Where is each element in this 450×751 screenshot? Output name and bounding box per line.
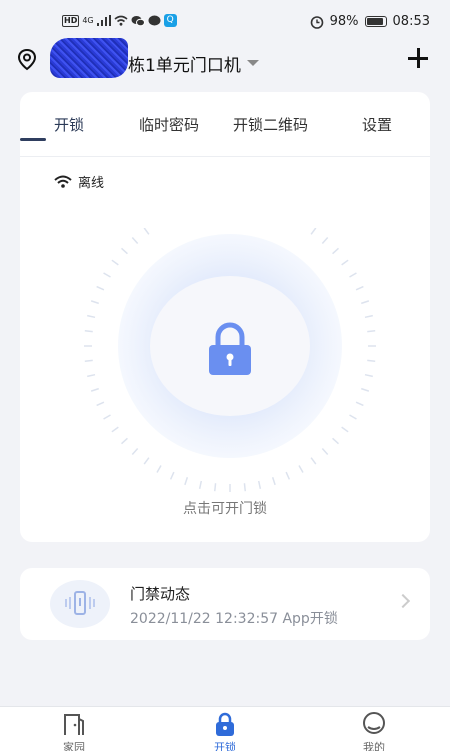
nav-home[interactable]: 家园	[34, 711, 114, 751]
nav-profile[interactable]: 我的	[334, 711, 414, 751]
dial-tick	[96, 285, 105, 291]
dial-tick	[103, 272, 111, 278]
dial-tick	[90, 300, 99, 305]
dial-tick	[213, 483, 217, 492]
dial-tick	[361, 300, 370, 305]
dial-tick	[156, 465, 162, 473]
door-vibrate-icon	[65, 591, 95, 615]
bottom-nav: 家园 开锁 我的	[0, 706, 450, 751]
dial-tick	[198, 480, 203, 489]
dial-tick	[131, 236, 139, 244]
access-activity-card[interactable]: 门禁动态 2022/11/22 12:32:57 App开锁	[20, 568, 430, 640]
message-icon	[148, 15, 161, 25]
dial-tick	[355, 401, 364, 407]
dial-tick	[341, 426, 349, 433]
tab-unlock-qrcode[interactable]: 开锁二维码	[233, 114, 308, 135]
wifi-status-icon	[114, 15, 128, 26]
network-status-label: 离线	[78, 176, 105, 191]
dial-tick	[169, 471, 175, 480]
dial-tick	[321, 236, 329, 244]
tab-temp-password[interactable]: 临时密码	[139, 114, 199, 135]
dial-tick	[341, 259, 349, 266]
profile-icon	[363, 712, 385, 734]
dial-tick	[332, 437, 340, 445]
chevron-down-icon	[246, 60, 259, 66]
dial-tick	[120, 247, 128, 255]
alarm-icon	[310, 15, 323, 29]
dial-tick	[349, 272, 357, 278]
activity-last-event: 2022/11/22 12:32:57 App开锁	[130, 611, 338, 627]
lock-nav-icon	[216, 712, 234, 736]
dial-tick	[298, 465, 304, 473]
device-name-label: 栋1单元门口机	[128, 55, 241, 76]
dial-tick	[310, 457, 317, 465]
status-time: 08:53	[392, 14, 430, 29]
network-status: 离线	[54, 172, 104, 191]
network-type-label: 4G	[82, 16, 94, 25]
hd-badge: HD	[62, 14, 80, 27]
dial-tick	[367, 329, 376, 333]
unlock-button[interactable]	[80, 228, 380, 528]
dial-tick	[96, 401, 105, 407]
dial-tick	[84, 359, 93, 363]
add-button[interactable]	[406, 46, 430, 70]
tab-settings[interactable]: 设置	[362, 114, 392, 135]
dial-tick	[355, 285, 364, 291]
dial-tick	[367, 359, 376, 363]
app-notification-icon: Q	[163, 14, 177, 27]
dial-tick	[243, 483, 247, 492]
dial-tick	[364, 373, 373, 378]
dial-tick	[90, 387, 99, 392]
dial-tick	[321, 448, 329, 456]
unlock-dial	[84, 228, 376, 492]
chevron-right-icon	[395, 593, 411, 609]
activity-icon-bg	[50, 580, 110, 628]
dial-tick	[271, 477, 276, 486]
dial-tick	[364, 314, 373, 319]
dial-tick	[349, 414, 357, 420]
home-door-icon	[64, 714, 84, 735]
nav-unlock[interactable]: 开锁	[185, 711, 265, 751]
wechat-icon	[131, 15, 145, 26]
wifi-icon	[54, 175, 72, 188]
top-bar: 栋1单元门口机	[0, 38, 450, 80]
unlock-card: 开锁 临时密码 开锁二维码 设置 离线 点击可开门锁	[20, 92, 430, 542]
dial-tick	[285, 471, 291, 480]
dial-tick	[111, 259, 119, 266]
tab-unlock[interactable]: 开锁	[54, 114, 84, 135]
activity-title: 门禁动态	[130, 585, 191, 603]
battery-icon	[364, 16, 387, 27]
dial-tick	[87, 314, 96, 319]
device-selector[interactable]: 栋1单元门口机	[50, 38, 259, 78]
dial-tick	[131, 448, 139, 456]
status-right-icons: 98% 08:53	[310, 14, 430, 29]
dial-tick	[87, 373, 96, 378]
unlock-hint: 点击可开门锁	[183, 501, 267, 517]
dial-tick	[310, 228, 317, 235]
dial-tick	[103, 414, 111, 420]
location-pin-icon[interactable]	[16, 48, 38, 72]
dial-tick	[361, 387, 370, 392]
dial-tick	[111, 426, 119, 433]
dial-tick	[120, 437, 128, 445]
tab-active-indicator	[20, 138, 46, 141]
redacted-scribble	[50, 38, 128, 78]
dial-tick	[184, 477, 189, 486]
dial-tick	[84, 329, 93, 333]
dial-tick	[143, 457, 150, 465]
battery-percent: 98%	[329, 14, 359, 29]
signal-icon	[96, 15, 111, 26]
dial-tick	[257, 480, 262, 489]
dial-tick	[143, 228, 150, 235]
dial-tick	[332, 247, 340, 255]
status-left-icons: HD 4G Q	[62, 14, 177, 27]
tab-bar: 开锁 临时密码 开锁二维码 设置	[20, 92, 430, 157]
